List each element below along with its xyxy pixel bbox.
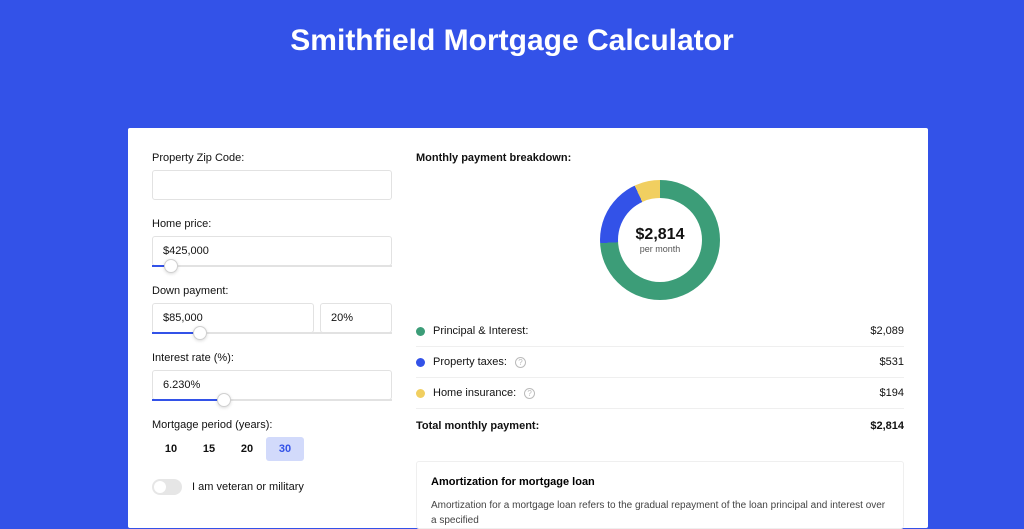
legend-value: $194 bbox=[880, 387, 904, 399]
field-period: Mortgage period (years): 10 15 20 30 bbox=[152, 419, 392, 461]
period-group: 10 15 20 30 bbox=[152, 437, 392, 461]
zip-input[interactable] bbox=[152, 170, 392, 200]
legend-row-tax: Property taxes: ? $531 bbox=[416, 347, 904, 378]
breakdown-title: Monthly payment breakdown: bbox=[416, 152, 904, 164]
period-label: Mortgage period (years): bbox=[152, 419, 392, 431]
field-zip: Property Zip Code: bbox=[152, 152, 392, 200]
veteran-toggle[interactable] bbox=[152, 479, 182, 495]
info-icon[interactable]: ? bbox=[515, 357, 526, 368]
legend-row-pi: Principal & Interest: $2,089 bbox=[416, 316, 904, 347]
legend-label: Principal & Interest: bbox=[433, 325, 528, 337]
period-15-button[interactable]: 15 bbox=[190, 437, 228, 461]
dot-icon bbox=[416, 327, 425, 336]
zip-label: Property Zip Code: bbox=[152, 152, 392, 164]
field-veteran: I am veteran or military bbox=[152, 479, 392, 495]
veteran-label: I am veteran or military bbox=[192, 481, 304, 493]
legend-label: Home insurance: bbox=[433, 387, 516, 399]
calculator-card: Property Zip Code: Home price: Down paym… bbox=[128, 128, 928, 528]
page-title: Smithfield Mortgage Calculator bbox=[290, 24, 733, 58]
amort-title: Amortization for mortgage loan bbox=[431, 476, 889, 488]
price-label: Home price: bbox=[152, 218, 392, 230]
legend-value: $531 bbox=[880, 356, 904, 368]
legend-value: $2,089 bbox=[870, 325, 904, 337]
price-input[interactable] bbox=[152, 236, 392, 266]
field-price: Home price: bbox=[152, 218, 392, 267]
period-10-button[interactable]: 10 bbox=[152, 437, 190, 461]
slider-thumb-icon[interactable] bbox=[217, 393, 231, 407]
legend-label: Property taxes: bbox=[433, 356, 507, 368]
rate-label: Interest rate (%): bbox=[152, 352, 392, 364]
rate-slider[interactable] bbox=[152, 399, 392, 401]
period-20-button[interactable]: 20 bbox=[228, 437, 266, 461]
donut-sub: per month bbox=[640, 244, 681, 254]
breakdown-column: Monthly payment breakdown: $2,814 per mo… bbox=[416, 152, 904, 504]
down-percent-input[interactable] bbox=[320, 303, 392, 333]
amortization-box: Amortization for mortgage loan Amortizat… bbox=[416, 461, 904, 529]
inputs-column: Property Zip Code: Home price: Down paym… bbox=[152, 152, 392, 504]
donut-chart: $2,814 per month bbox=[416, 180, 904, 300]
price-slider[interactable] bbox=[152, 265, 392, 267]
down-label: Down payment: bbox=[152, 285, 392, 297]
legend-row-total: Total monthly payment: $2,814 bbox=[416, 411, 904, 441]
donut-value: $2,814 bbox=[636, 226, 685, 244]
total-value: $2,814 bbox=[870, 420, 904, 432]
dot-icon bbox=[416, 389, 425, 398]
dot-icon bbox=[416, 358, 425, 367]
slider-thumb-icon[interactable] bbox=[164, 259, 178, 273]
info-icon[interactable]: ? bbox=[524, 388, 535, 399]
period-30-button[interactable]: 30 bbox=[266, 437, 304, 461]
slider-thumb-icon[interactable] bbox=[193, 326, 207, 340]
field-rate: Interest rate (%): bbox=[152, 352, 392, 401]
down-slider[interactable] bbox=[152, 332, 392, 334]
legend-row-ins: Home insurance: ? $194 bbox=[416, 378, 904, 409]
amort-text: Amortization for a mortgage loan refers … bbox=[431, 498, 889, 528]
total-label: Total monthly payment: bbox=[416, 420, 539, 432]
field-down: Down payment: bbox=[152, 285, 392, 334]
rate-input[interactable] bbox=[152, 370, 392, 400]
down-amount-input[interactable] bbox=[152, 303, 314, 333]
